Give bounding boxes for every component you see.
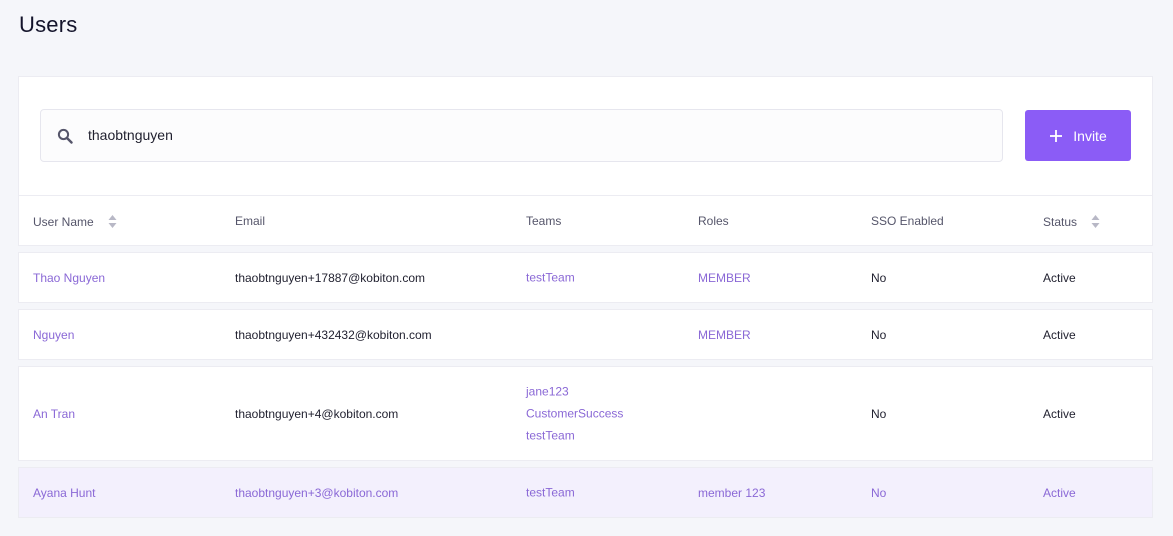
user-name-link[interactable]: Thao Nguyen (33, 271, 105, 285)
search-value[interactable]: thaobtnguyen (88, 127, 173, 143)
invite-button[interactable]: Invite (1025, 110, 1131, 161)
column-status[interactable]: Status (1043, 214, 1100, 229)
user-role[interactable]: MEMBER (698, 271, 751, 285)
column-email-label: Email (235, 214, 266, 228)
table-row[interactable]: Thao Nguyen thaobtnguyen+17887@kobiton.c… (18, 252, 1153, 303)
column-user-name[interactable]: User Name (33, 214, 117, 229)
column-sso-label: SSO Enabled (871, 214, 944, 228)
column-roles-label: Roles (698, 214, 729, 228)
column-status-label: Status (1043, 214, 1078, 229)
user-sso: No (871, 486, 887, 500)
user-status: Active (1043, 407, 1076, 421)
user-sso: No (871, 407, 887, 421)
column-sso-enabled: SSO Enabled (871, 214, 944, 228)
user-status: Active (1043, 328, 1076, 342)
plus-icon (1050, 129, 1063, 142)
table-row[interactable]: Ayana Hunt thaobtnguyen+3@kobiton.com te… (18, 467, 1153, 518)
table-row[interactable]: An Tran thaobtnguyen+4@kobiton.com jane1… (18, 366, 1153, 461)
column-teams-label: Teams (526, 214, 562, 228)
user-sso: No (871, 271, 887, 285)
table-header: User Name Email Teams Roles SSO Enabled … (18, 195, 1153, 246)
sort-icon[interactable] (108, 214, 117, 229)
user-teams: testTeam (526, 486, 575, 501)
user-email: thaobtnguyen+17887@kobiton.com (235, 271, 425, 285)
column-roles: Roles (698, 214, 729, 228)
search-icon (57, 128, 73, 144)
user-name-link[interactable]: Nguyen (33, 328, 74, 342)
user-role[interactable]: MEMBER (698, 328, 751, 342)
user-teams: testTeam (526, 271, 575, 286)
search-input[interactable]: thaobtnguyen (40, 109, 1003, 162)
page-title: Users (19, 12, 78, 37)
search-panel: thaobtnguyen Invite (18, 76, 1153, 195)
user-status: Active (1043, 271, 1076, 285)
user-email: thaobtnguyen+432432@kobiton.com (235, 328, 432, 342)
user-name-link[interactable]: Ayana Hunt (33, 486, 96, 500)
team-link[interactable]: jane123 (526, 385, 623, 400)
user-teams: jane123 CustomerSuccess testTeam (526, 385, 623, 444)
invite-button-label: Invite (1073, 127, 1107, 144)
column-user-name-label: User Name (33, 214, 94, 229)
column-email: Email (235, 214, 265, 228)
user-status: Active (1043, 486, 1076, 500)
team-link[interactable]: testTeam (526, 429, 623, 444)
user-email: thaobtnguyen+3@kobiton.com (235, 486, 399, 500)
sort-icon[interactable] (1091, 214, 1100, 229)
user-email: thaobtnguyen+4@kobiton.com (235, 407, 399, 421)
user-role[interactable]: member 123 (698, 486, 765, 500)
team-link[interactable]: CustomerSuccess (526, 407, 623, 422)
user-name-link[interactable]: An Tran (33, 407, 75, 421)
table-row[interactable]: Nguyen thaobtnguyen+432432@kobiton.com M… (18, 309, 1153, 360)
column-teams: Teams (526, 214, 561, 228)
team-link[interactable]: testTeam (526, 486, 575, 501)
team-link[interactable]: testTeam (526, 271, 575, 286)
user-sso: No (871, 328, 887, 342)
